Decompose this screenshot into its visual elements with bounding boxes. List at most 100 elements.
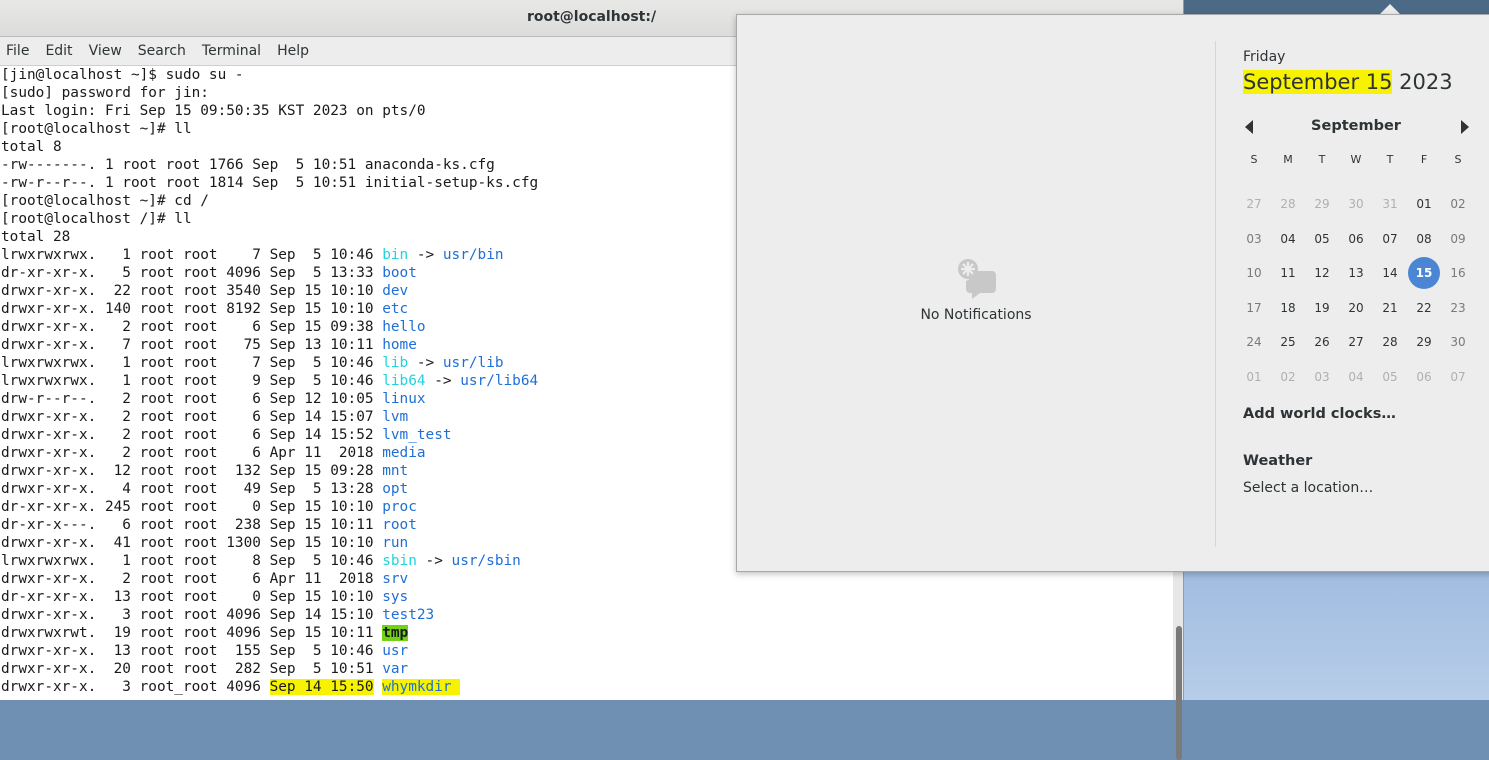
calendar-day[interactable]: 06 <box>1339 222 1373 257</box>
calendar-day[interactable]: 25 <box>1271 325 1305 360</box>
calendar-day[interactable]: 19 <box>1305 291 1339 326</box>
calendar-day[interactable]: 31 <box>1373 187 1407 222</box>
terminal-text: opt <box>382 481 409 497</box>
menu-view[interactable]: View <box>81 43 130 59</box>
calendar-day[interactable]: 30 <box>1339 187 1373 222</box>
calendar-day[interactable]: 28 <box>1271 187 1305 222</box>
terminal-text: drwxr-xr-x. 2 root root 6 Apr 11 2018 <box>1 571 383 587</box>
terminal-text: drwxr-xr-x. 13 root root 155 Sep 5 10:46 <box>1 643 383 659</box>
calendar-day[interactable]: 15 <box>1407 256 1441 291</box>
terminal-text: drwxr-xr-x. 2 root root 6 Sep 14 15:07 <box>1 409 383 425</box>
calendar-day-number: 16 <box>1450 266 1466 280</box>
calendar-day[interactable]: 29 <box>1305 187 1339 222</box>
calendar-day-number: 03 <box>1314 369 1330 384</box>
terminal-text: run <box>382 535 409 551</box>
terminal-text: dev <box>382 283 409 299</box>
terminal-text: drwxr-xr-x. 140 root root 8192 Sep 15 10… <box>1 301 383 317</box>
calendar-day[interactable]: 10 <box>1237 256 1271 291</box>
month-label: September <box>1311 118 1401 134</box>
calendar-day[interactable]: 03 <box>1237 222 1271 257</box>
calendar-day[interactable]: 20 <box>1339 291 1373 326</box>
calendar-week: 03 04 05 06 07 08 09 <box>1237 222 1477 257</box>
calendar-day-number: 06 <box>1416 369 1432 384</box>
calendar-day-number: 10 <box>1246 266 1262 280</box>
calendar-day[interactable]: 22 <box>1407 291 1441 326</box>
calendar-day[interactable]: 12 <box>1305 256 1339 291</box>
calendar-day-number: 04 <box>1348 369 1364 384</box>
calendar-day[interactable]: 01 <box>1407 187 1441 222</box>
weather-select-location[interactable]: Select a location… <box>1243 480 1373 496</box>
menu-file[interactable]: File <box>0 43 37 59</box>
terminal-line: drwxr-xr-x. 3 root_root 4096 Sep 14 15:5… <box>1 678 1173 696</box>
calendar-day[interactable]: 09 <box>1441 222 1475 257</box>
weekday-label: S <box>1250 153 1258 166</box>
calendar-notification-popup: No Notifications Friday September 15 202… <box>736 14 1489 572</box>
terminal-text: lrwxrwxrwx. 1 root root 8 Sep 5 10:46 <box>1 553 383 569</box>
calendar-day[interactable]: 02 <box>1441 187 1475 222</box>
calendar-day-number: 20 <box>1348 300 1364 315</box>
calendar-day[interactable]: 24 <box>1237 325 1271 360</box>
calendar-day[interactable]: 17 <box>1237 291 1271 326</box>
terminal-text: proc <box>382 499 417 515</box>
terminal-text: lvm_test <box>382 427 452 443</box>
terminal-text: root <box>382 517 417 533</box>
terminal-text: bin <box>382 247 409 263</box>
calendar-day[interactable]: 27 <box>1237 187 1271 222</box>
calendar-day[interactable]: 21 <box>1373 291 1407 326</box>
menu-help[interactable]: Help <box>269 43 317 59</box>
calendar-day[interactable]: 06 <box>1407 360 1441 395</box>
calendar-day[interactable]: 16 <box>1441 256 1475 291</box>
terminal-line: drwxr-xr-x. 20 root root 282 Sep 5 10:51… <box>1 660 1173 678</box>
full-date[interactable]: September 15 2023 <box>1243 70 1453 94</box>
terminal-text: drwxr-xr-x. 4 root root 49 Sep 5 13:28 <box>1 481 383 497</box>
calendar-day[interactable]: 27 <box>1339 325 1373 360</box>
calendar-grid: S M T W T F S 27 28 29 30 31 01 02 03 04 05 06 07 08 09 10 11… <box>1237 153 1477 394</box>
menu-terminal[interactable]: Terminal <box>194 43 269 59</box>
menu-edit[interactable]: Edit <box>37 43 80 59</box>
calendar-day-number: 01 <box>1246 369 1262 384</box>
terminal-text: -rw-------. 1 root root 1766 Sep 5 10:51… <box>1 157 495 173</box>
terminal-text: [root@localhost ~]# cd / <box>1 193 209 209</box>
calendar-day[interactable]: 02 <box>1271 360 1305 395</box>
calendar-day-number: 17 <box>1246 300 1262 315</box>
weekday-label: T <box>1318 153 1326 166</box>
calendar-day-number: 14 <box>1382 266 1398 280</box>
date-year: 2023 <box>1392 70 1453 94</box>
calendar-week: 10 11 12 13 14 15 16 <box>1237 256 1477 291</box>
calendar-day[interactable]: 01 <box>1237 360 1271 395</box>
terminal-text: sbin <box>382 553 417 569</box>
calendar-day[interactable]: 05 <box>1305 222 1339 257</box>
calendar-day[interactable]: 11 <box>1271 256 1305 291</box>
calendar-day[interactable]: 07 <box>1373 222 1407 257</box>
terminal-text: -> <box>416 553 452 569</box>
terminal-text: drwxr-xr-x. 2 root root 6 Sep 14 15:52 <box>1 427 383 443</box>
calendar-day[interactable]: 29 <box>1407 325 1441 360</box>
calendar-day[interactable]: 05 <box>1373 360 1407 395</box>
calendar-day[interactable]: 28 <box>1373 325 1407 360</box>
next-month-icon[interactable] <box>1461 120 1469 134</box>
calendar-day[interactable]: 26 <box>1305 325 1339 360</box>
terminal-line: dr-xr-xr-x. 13 root root 0 Sep 15 10:10 … <box>1 588 1173 606</box>
terminal-text: tmp <box>382 625 409 641</box>
calendar-day[interactable]: 30 <box>1441 325 1475 360</box>
calendar-day[interactable]: 14 <box>1373 256 1407 291</box>
terminal-text: drwxr-xr-x. 41 root root 1300 Sep 15 10:… <box>1 535 383 551</box>
menu-search[interactable]: Search <box>130 43 194 59</box>
scrollbar-thumb[interactable] <box>1176 626 1182 760</box>
chat-bubble-icon <box>958 259 996 299</box>
weekday-label: W <box>1350 153 1362 166</box>
calendar-day[interactable]: 13 <box>1339 256 1373 291</box>
terminal-text: drwxr-xr-x. 3 root root 4096 Sep 14 15:1… <box>1 607 383 623</box>
calendar-day[interactable]: 03 <box>1305 360 1339 395</box>
add-world-clocks-link[interactable]: Add world clocks… <box>1243 406 1396 422</box>
calendar-day[interactable]: 04 <box>1271 222 1305 257</box>
calendar-day-number: 26 <box>1314 335 1330 349</box>
terminal-text: srv <box>382 571 409 587</box>
calendar-day[interactable]: 04 <box>1339 360 1373 395</box>
terminal-text: var <box>382 661 409 677</box>
terminal-text: etc <box>382 301 409 317</box>
calendar-day[interactable]: 23 <box>1441 291 1475 326</box>
calendar-day[interactable]: 08 <box>1407 222 1441 257</box>
calendar-day[interactable]: 18 <box>1271 291 1305 326</box>
calendar-day[interactable]: 07 <box>1441 360 1475 395</box>
